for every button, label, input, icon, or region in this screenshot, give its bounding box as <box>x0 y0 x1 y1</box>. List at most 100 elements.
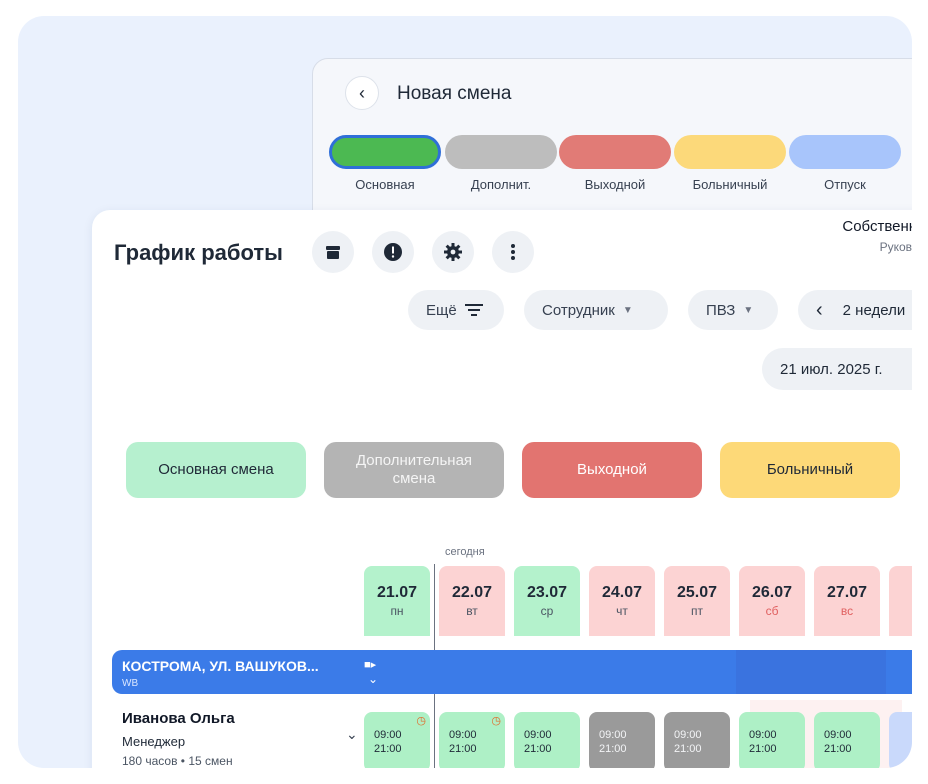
day-weekday: вт <box>466 604 478 618</box>
settings-icon <box>444 243 462 261</box>
clock-icon: ◷ <box>491 715 501 727</box>
day-weekday: вс <box>840 604 854 618</box>
day-weekday: ср <box>540 604 554 618</box>
shift-cell[interactable]: 09:00 21:00 ◷ <box>364 712 430 768</box>
clock-icon: ◷ <box>416 715 426 727</box>
shift-cell[interactable] <box>889 712 912 768</box>
day-header[interactable]: 26.07 сб <box>739 566 805 636</box>
day-date: 25.07 <box>676 584 718 601</box>
more-button[interactable] <box>492 231 534 273</box>
more-vertical-icon <box>511 244 515 260</box>
expand-employee-button[interactable]: ⌄ <box>346 726 358 743</box>
shift-type-label: Больничный <box>692 177 768 192</box>
shift-end: 21:00 <box>749 743 777 755</box>
shift-end: 21:00 <box>674 743 702 755</box>
period-selector[interactable]: ‹ 2 недели <box>798 290 912 330</box>
day-weekday: чт <box>616 604 628 618</box>
pickup-point-select[interactable]: ПВЗ ▼ <box>688 290 778 330</box>
employee-name: Иванова Ольга <box>122 710 235 727</box>
shift-type-option[interactable] <box>445 135 557 169</box>
legend-item[interactable]: Больничный <box>720 442 900 498</box>
shift-type-label: Отпуск <box>824 177 866 192</box>
alert-button[interactable] <box>372 231 414 273</box>
shift-end: 21:00 <box>599 743 627 755</box>
video-icon: ■▸ <box>364 659 377 671</box>
employee-select[interactable]: Сотрудник ▼ <box>524 290 668 330</box>
day-header[interactable]: 24.07 чт <box>589 566 655 636</box>
day-header[interactable]: 27.07 вс <box>814 566 880 636</box>
legend-item[interactable]: Выходной <box>522 442 702 498</box>
archive-button[interactable] <box>312 231 354 273</box>
legend-item[interactable]: Основная смена <box>126 442 306 498</box>
employee-select-label: Сотрудник <box>542 301 615 319</box>
shift-cell[interactable]: 09:00 21:00 <box>814 712 880 768</box>
chevron-left-icon: ‹ <box>359 82 365 103</box>
date-picker[interactable]: 21 июл. 2025 г. <box>762 348 912 390</box>
shift-end: 21:00 <box>449 743 477 755</box>
shift-start: 09:00 <box>524 729 552 741</box>
day-date: 23.07 <box>526 584 568 601</box>
shift-cell[interactable]: 09:00 21:00 ◷ <box>439 712 505 768</box>
user-role: Руководи <box>879 240 912 254</box>
page-title: График работы <box>114 240 283 265</box>
settings-button[interactable] <box>432 231 474 273</box>
day-header[interactable]: 21.07 пн <box>364 566 430 636</box>
shift-start: 09:00 <box>824 729 852 741</box>
more-filter-label: Ещё <box>426 301 457 319</box>
today-label: сегодня <box>445 546 485 558</box>
shift-cell[interactable]: 09:00 21:00 <box>514 712 580 768</box>
shift-cell[interactable]: 09:00 21:00 <box>739 712 805 768</box>
day-date: 22.07 <box>451 584 493 601</box>
employee-stats: 180 часов • 15 смен <box>122 754 233 768</box>
day-header[interactable]: 22.07 вт <box>439 566 505 636</box>
employee-role: Менеджер <box>122 734 186 749</box>
shift-type-option[interactable] <box>559 135 671 169</box>
schedule-panel: График работы Собственник Руководи Ещё С… <box>92 210 912 768</box>
shift-start: 09:00 <box>674 729 702 741</box>
day-date: 27.07 <box>826 584 868 601</box>
alert-icon <box>384 243 402 261</box>
day-weekday: пн <box>390 604 404 618</box>
back-button[interactable]: ‹ <box>345 76 379 110</box>
shift-cell[interactable]: 09:00 21:00 <box>589 712 655 768</box>
filter-icon <box>464 304 483 316</box>
archive-icon <box>326 246 340 259</box>
date-label: 21 июл. 2025 г. <box>780 360 883 378</box>
pickup-point-label: ПВЗ <box>706 301 736 319</box>
shift-start: 09:00 <box>449 729 477 741</box>
app-background: ‹ Новая смена Основная Дополнит. Выходной Б… <box>18 16 912 768</box>
shift-type-option[interactable] <box>674 135 786 169</box>
day-weekday: сб <box>765 604 779 618</box>
shift-start: 09:00 <box>374 729 402 741</box>
caret-down-icon: ▼ <box>622 304 633 316</box>
new-shift-panel: ‹ Новая смена Основная Дополнит. Выходной Б… <box>312 58 912 228</box>
shift-start: 09:00 <box>599 729 627 741</box>
location-name: КОСТРОМА, УЛ. ВАШУКОВ... <box>122 658 319 674</box>
shift-end: 21:00 <box>524 743 552 755</box>
day-date: 24.07 <box>601 584 643 601</box>
day-header[interactable]: 28 <box>889 566 912 636</box>
shift-start: 09:00 <box>749 729 777 741</box>
marketplace-label: WB <box>122 678 139 689</box>
new-shift-title: Новая смена <box>397 83 512 104</box>
more-filter-button[interactable]: Ещё <box>408 290 504 330</box>
shift-type-option[interactable] <box>789 135 901 169</box>
location-group-row[interactable]: КОСТРОМА, УЛ. ВАШУКОВ... WB ■▸ ⌄ <box>112 650 912 694</box>
day-weekday: пт <box>691 604 703 618</box>
caret-down-icon: ▼ <box>743 304 754 316</box>
shift-type-label: Основная <box>355 177 415 192</box>
period-prev-button[interactable]: ‹ <box>816 299 823 322</box>
shift-type-label: Дополнит. <box>470 177 532 192</box>
shift-end: 21:00 <box>824 743 852 755</box>
legend-item[interactable]: Дополнительная смена <box>324 442 504 498</box>
shift-cell[interactable]: 09:00 21:00 <box>664 712 730 768</box>
user-name[interactable]: Собственник <box>842 218 912 235</box>
day-header[interactable]: 25.07 пт <box>664 566 730 636</box>
shift-type-option[interactable] <box>329 135 441 169</box>
period-label: 2 недели <box>842 301 906 319</box>
day-header[interactable]: 23.07 ср <box>514 566 580 636</box>
chevron-down-icon[interactable]: ⌄ <box>368 672 378 686</box>
shift-end: 21:00 <box>374 743 402 755</box>
day-date: 21.07 <box>376 584 418 601</box>
weekend-shade <box>736 650 886 694</box>
